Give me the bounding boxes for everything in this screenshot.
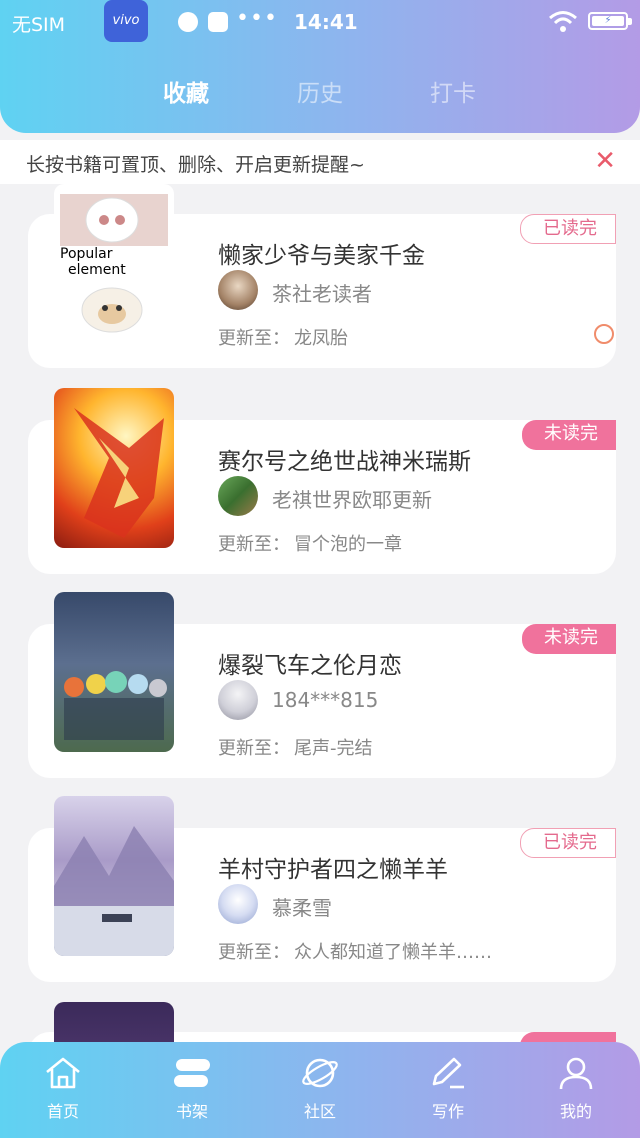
clock: 14:41 bbox=[294, 10, 358, 34]
nav-label: 书架 bbox=[175, 1102, 208, 1121]
notice-text: 长按书籍可置顶、删除、开启更新提醒~ bbox=[26, 154, 365, 176]
book-cover[interactable] bbox=[54, 1002, 174, 1042]
user-icon bbox=[559, 1057, 593, 1090]
media-icon bbox=[178, 12, 198, 32]
tab-bar: 收藏 历史 打卡 bbox=[0, 74, 640, 108]
book-cover[interactable] bbox=[54, 388, 174, 548]
nav-write[interactable]: 写作 bbox=[403, 1056, 493, 1122]
notice-bar: 长按书籍可置顶、删除、开启更新提醒~ ✕ bbox=[0, 140, 640, 184]
update-info: 更新至： 众人都知道了懒羊羊…… bbox=[218, 938, 492, 964]
wifi-icon bbox=[549, 11, 577, 32]
close-icon[interactable]: ✕ bbox=[594, 146, 616, 176]
update-chapter: 冒个泡的一章 bbox=[294, 534, 402, 555]
update-prefix: 更新至： bbox=[218, 738, 290, 759]
update-info: 更新至： 尾声-完结 bbox=[218, 734, 373, 760]
tab-favorites[interactable]: 收藏 bbox=[163, 74, 209, 108]
vivo-app-icon: vivo bbox=[104, 0, 148, 42]
update-chapter: 尾声-完结 bbox=[294, 738, 373, 759]
avatar bbox=[218, 680, 258, 720]
cover-caption: element bbox=[68, 262, 126, 278]
book-title: 懒家少爷与美家千金 bbox=[218, 243, 425, 269]
update-prefix: 更新至： bbox=[218, 534, 290, 555]
bottom-nav: 首页 书架 社区 写作 我的 bbox=[0, 1042, 640, 1138]
nav-label: 我的 bbox=[559, 1102, 592, 1121]
update-chapter: 龙凤胎 bbox=[294, 328, 348, 349]
book-cover[interactable] bbox=[54, 796, 174, 956]
carrier-label: 无SIM bbox=[12, 14, 66, 36]
header: 无SIM vivo ••• 14:41 ⚡ 收藏 历史 打卡 bbox=[0, 0, 640, 133]
book-list: 已读完 懒家少爷与美家千金 茶社老读者 更新至： 龙凤胎 Popular elem… bbox=[0, 184, 640, 1042]
tab-checkin[interactable]: 打卡 bbox=[430, 74, 476, 108]
pen-icon bbox=[432, 1057, 464, 1089]
status-bar: 无SIM vivo ••• 14:41 ⚡ bbox=[0, 0, 640, 44]
book-title: 赛尔号之绝世战神米瑞斯 bbox=[218, 449, 471, 475]
update-chapter: 众人都知道了懒羊羊…… bbox=[294, 942, 492, 963]
avatar bbox=[218, 884, 258, 924]
home-icon bbox=[46, 1057, 80, 1089]
update-info: 更新至： 冒个泡的一章 bbox=[218, 530, 402, 556]
book-cover[interactable] bbox=[54, 592, 174, 752]
update-prefix: 更新至： bbox=[218, 942, 290, 963]
status-badge: 已读完 bbox=[520, 214, 616, 244]
nav-label: 写作 bbox=[431, 1102, 464, 1121]
book-title: 羊村守护者四之懒羊羊 bbox=[218, 857, 448, 883]
more-notifications-icon: ••• bbox=[236, 6, 278, 31]
book-cover[interactable]: Popular element bbox=[54, 184, 174, 344]
nav-bookshelf[interactable]: 书架 bbox=[147, 1056, 237, 1122]
alarm-icon[interactable] bbox=[594, 324, 614, 344]
nav-community[interactable]: 社区 bbox=[275, 1056, 365, 1122]
cover-caption: Popular bbox=[60, 246, 113, 262]
author-name: 茶社老读者 bbox=[272, 282, 372, 306]
bookshelf-icon bbox=[174, 1059, 210, 1087]
planet-icon bbox=[302, 1058, 338, 1088]
nav-home[interactable]: 首页 bbox=[18, 1056, 108, 1122]
avatar bbox=[218, 270, 258, 310]
author-name: 184***815 bbox=[272, 688, 379, 712]
battery-icon: ⚡ bbox=[588, 12, 632, 30]
update-info: 更新至： 龙凤胎 bbox=[218, 324, 348, 350]
author-name: 慕柔雪 bbox=[272, 896, 332, 920]
avatar bbox=[218, 476, 258, 516]
nav-label: 社区 bbox=[303, 1102, 336, 1121]
status-badge bbox=[520, 1032, 616, 1042]
update-prefix: 更新至： bbox=[218, 328, 290, 349]
tab-history[interactable]: 历史 bbox=[297, 74, 343, 108]
app-notification-icon bbox=[208, 12, 228, 32]
status-badge: 未读完 bbox=[522, 420, 616, 450]
nav-label: 首页 bbox=[46, 1102, 79, 1121]
status-badge: 已读完 bbox=[520, 828, 616, 858]
author-name: 老祺世界欧耶更新 bbox=[272, 488, 432, 512]
status-badge: 未读完 bbox=[522, 624, 616, 654]
book-title: 爆裂飞车之伦月恋 bbox=[218, 653, 402, 679]
nav-profile[interactable]: 我的 bbox=[531, 1056, 621, 1122]
